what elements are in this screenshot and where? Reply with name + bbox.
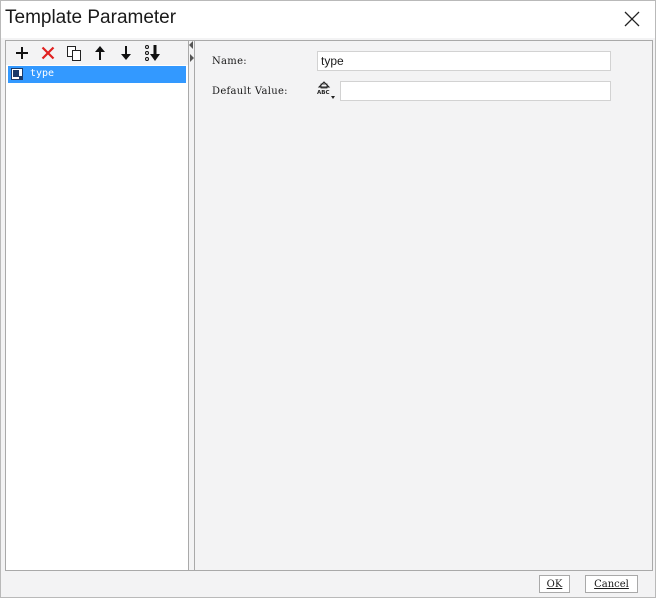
move-down-icon (121, 46, 131, 60)
copy-icon (67, 46, 81, 61)
ok-label: OK (546, 578, 563, 590)
title-bar: Template Parameter (1, 1, 655, 38)
expand-right-icon[interactable] (189, 54, 194, 62)
cancel-button[interactable]: Cancel (585, 575, 638, 593)
cancel-label: Cancel (594, 578, 629, 590)
move-up-icon (95, 46, 105, 60)
sort-icon (145, 45, 160, 61)
parameter-details-pane: Name: type Default Value: ABC (195, 41, 652, 570)
copy-button[interactable] (65, 44, 83, 62)
add-icon (16, 47, 28, 59)
tree-item-label: type (30, 68, 55, 79)
dialog-title: Template Parameter (5, 7, 177, 28)
dialog-body: type Name: type Default Value: ABC (5, 40, 653, 571)
move-up-button[interactable] (91, 44, 109, 62)
parameter-toolbar (6, 41, 188, 65)
add-button[interactable] (13, 44, 31, 62)
value-type-selector[interactable]: ABC (317, 80, 335, 100)
template-parameter-dialog: Template Parameter type Name: type Defau… (0, 0, 656, 598)
move-down-button[interactable] (117, 44, 135, 62)
parameter-list-pane: type (6, 41, 189, 570)
delete-button[interactable] (39, 44, 57, 62)
close-button[interactable] (623, 10, 641, 28)
parameter-tree: type (6, 65, 188, 570)
ok-button[interactable]: OK (539, 575, 570, 593)
tree-item-type[interactable]: type (8, 66, 186, 83)
name-label: Name: (212, 56, 247, 67)
value-type-text: ABC (317, 90, 330, 96)
name-field[interactable]: type (317, 51, 611, 71)
default-value-label: Default Value: (212, 86, 288, 97)
default-value-field[interactable] (340, 81, 611, 101)
sort-button[interactable] (143, 44, 163, 62)
close-icon (624, 11, 640, 27)
parameter-icon (11, 68, 23, 80)
collapse-left-icon[interactable] (189, 41, 194, 49)
delete-icon (41, 46, 55, 60)
